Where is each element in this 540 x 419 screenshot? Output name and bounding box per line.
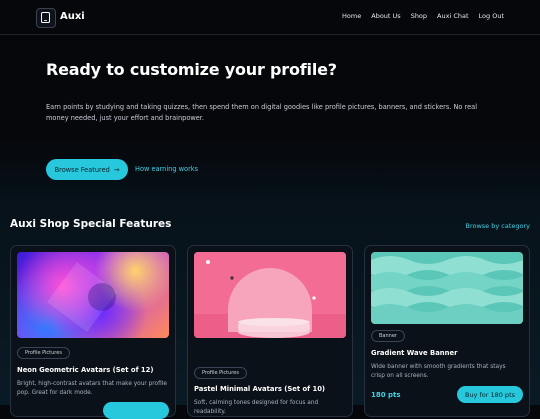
nav-link-about[interactable]: About Us [371,12,400,20]
pastel-avatars-image [194,252,346,338]
how-earning-works-link[interactable]: How earning works [135,165,198,173]
gradient-wave-banner-image [371,252,523,324]
card-description: Bright, high-contrast avatars that make … [17,381,167,396]
browse-featured-label: Browse Featured [54,165,110,174]
hero-title: Ready to customize your profile? [46,60,337,79]
buy-button[interactable]: Buy for 180 pts [456,386,523,403]
browse-featured-button[interactable]: Browse Featured → [46,159,128,180]
neon-avatars-image [17,252,169,338]
nav-links: Home About Us Shop Auxi Chat Log Out [342,12,504,20]
hero-description: Earn points by studying and taking quizz… [46,103,478,122]
card-title: Neon Geometric Avatars (Set of 12) [17,366,154,374]
category-tag: Profile Pictures [17,347,70,359]
nav-link-shop[interactable]: Shop [411,12,427,20]
top-navbar: Auxi Home About Us Shop Auxi Chat Log Ou… [0,0,540,35]
section-title: Auxi Shop Special Features [10,218,172,230]
product-card-neon-avatars[interactable]: Profile Pictures Neon Geometric Avatars … [10,245,176,419]
card-description: Soft, calming tones designed for focus a… [194,400,319,415]
nav-link-logout[interactable]: Log Out [479,12,504,20]
product-card-gradient-banner[interactable]: Banner Gradient Wave Banner Wide banner … [364,245,530,417]
nav-link-home[interactable]: Home [342,12,361,20]
brand-name[interactable]: Auxi [60,11,85,22]
category-tag: Profile Pictures [194,367,247,379]
product-card-pastel-avatars[interactable]: Profile Pictures Pastel Minimal Avatars … [187,245,353,417]
nav-link-chat[interactable]: Auxi Chat [437,12,468,20]
price-label: 180 pts [371,391,401,399]
arrow-right-icon: → [113,165,120,174]
card-description: Wide banner with smooth gradients that s… [371,364,506,379]
browse-by-category-link[interactable]: Browse by category [466,222,531,230]
card-title: Gradient Wave Banner [371,349,458,357]
tablet-logo-icon[interactable] [36,8,56,28]
card-title: Pastel Minimal Avatars (Set of 10) [194,385,326,393]
category-tag: Banner [371,330,405,342]
